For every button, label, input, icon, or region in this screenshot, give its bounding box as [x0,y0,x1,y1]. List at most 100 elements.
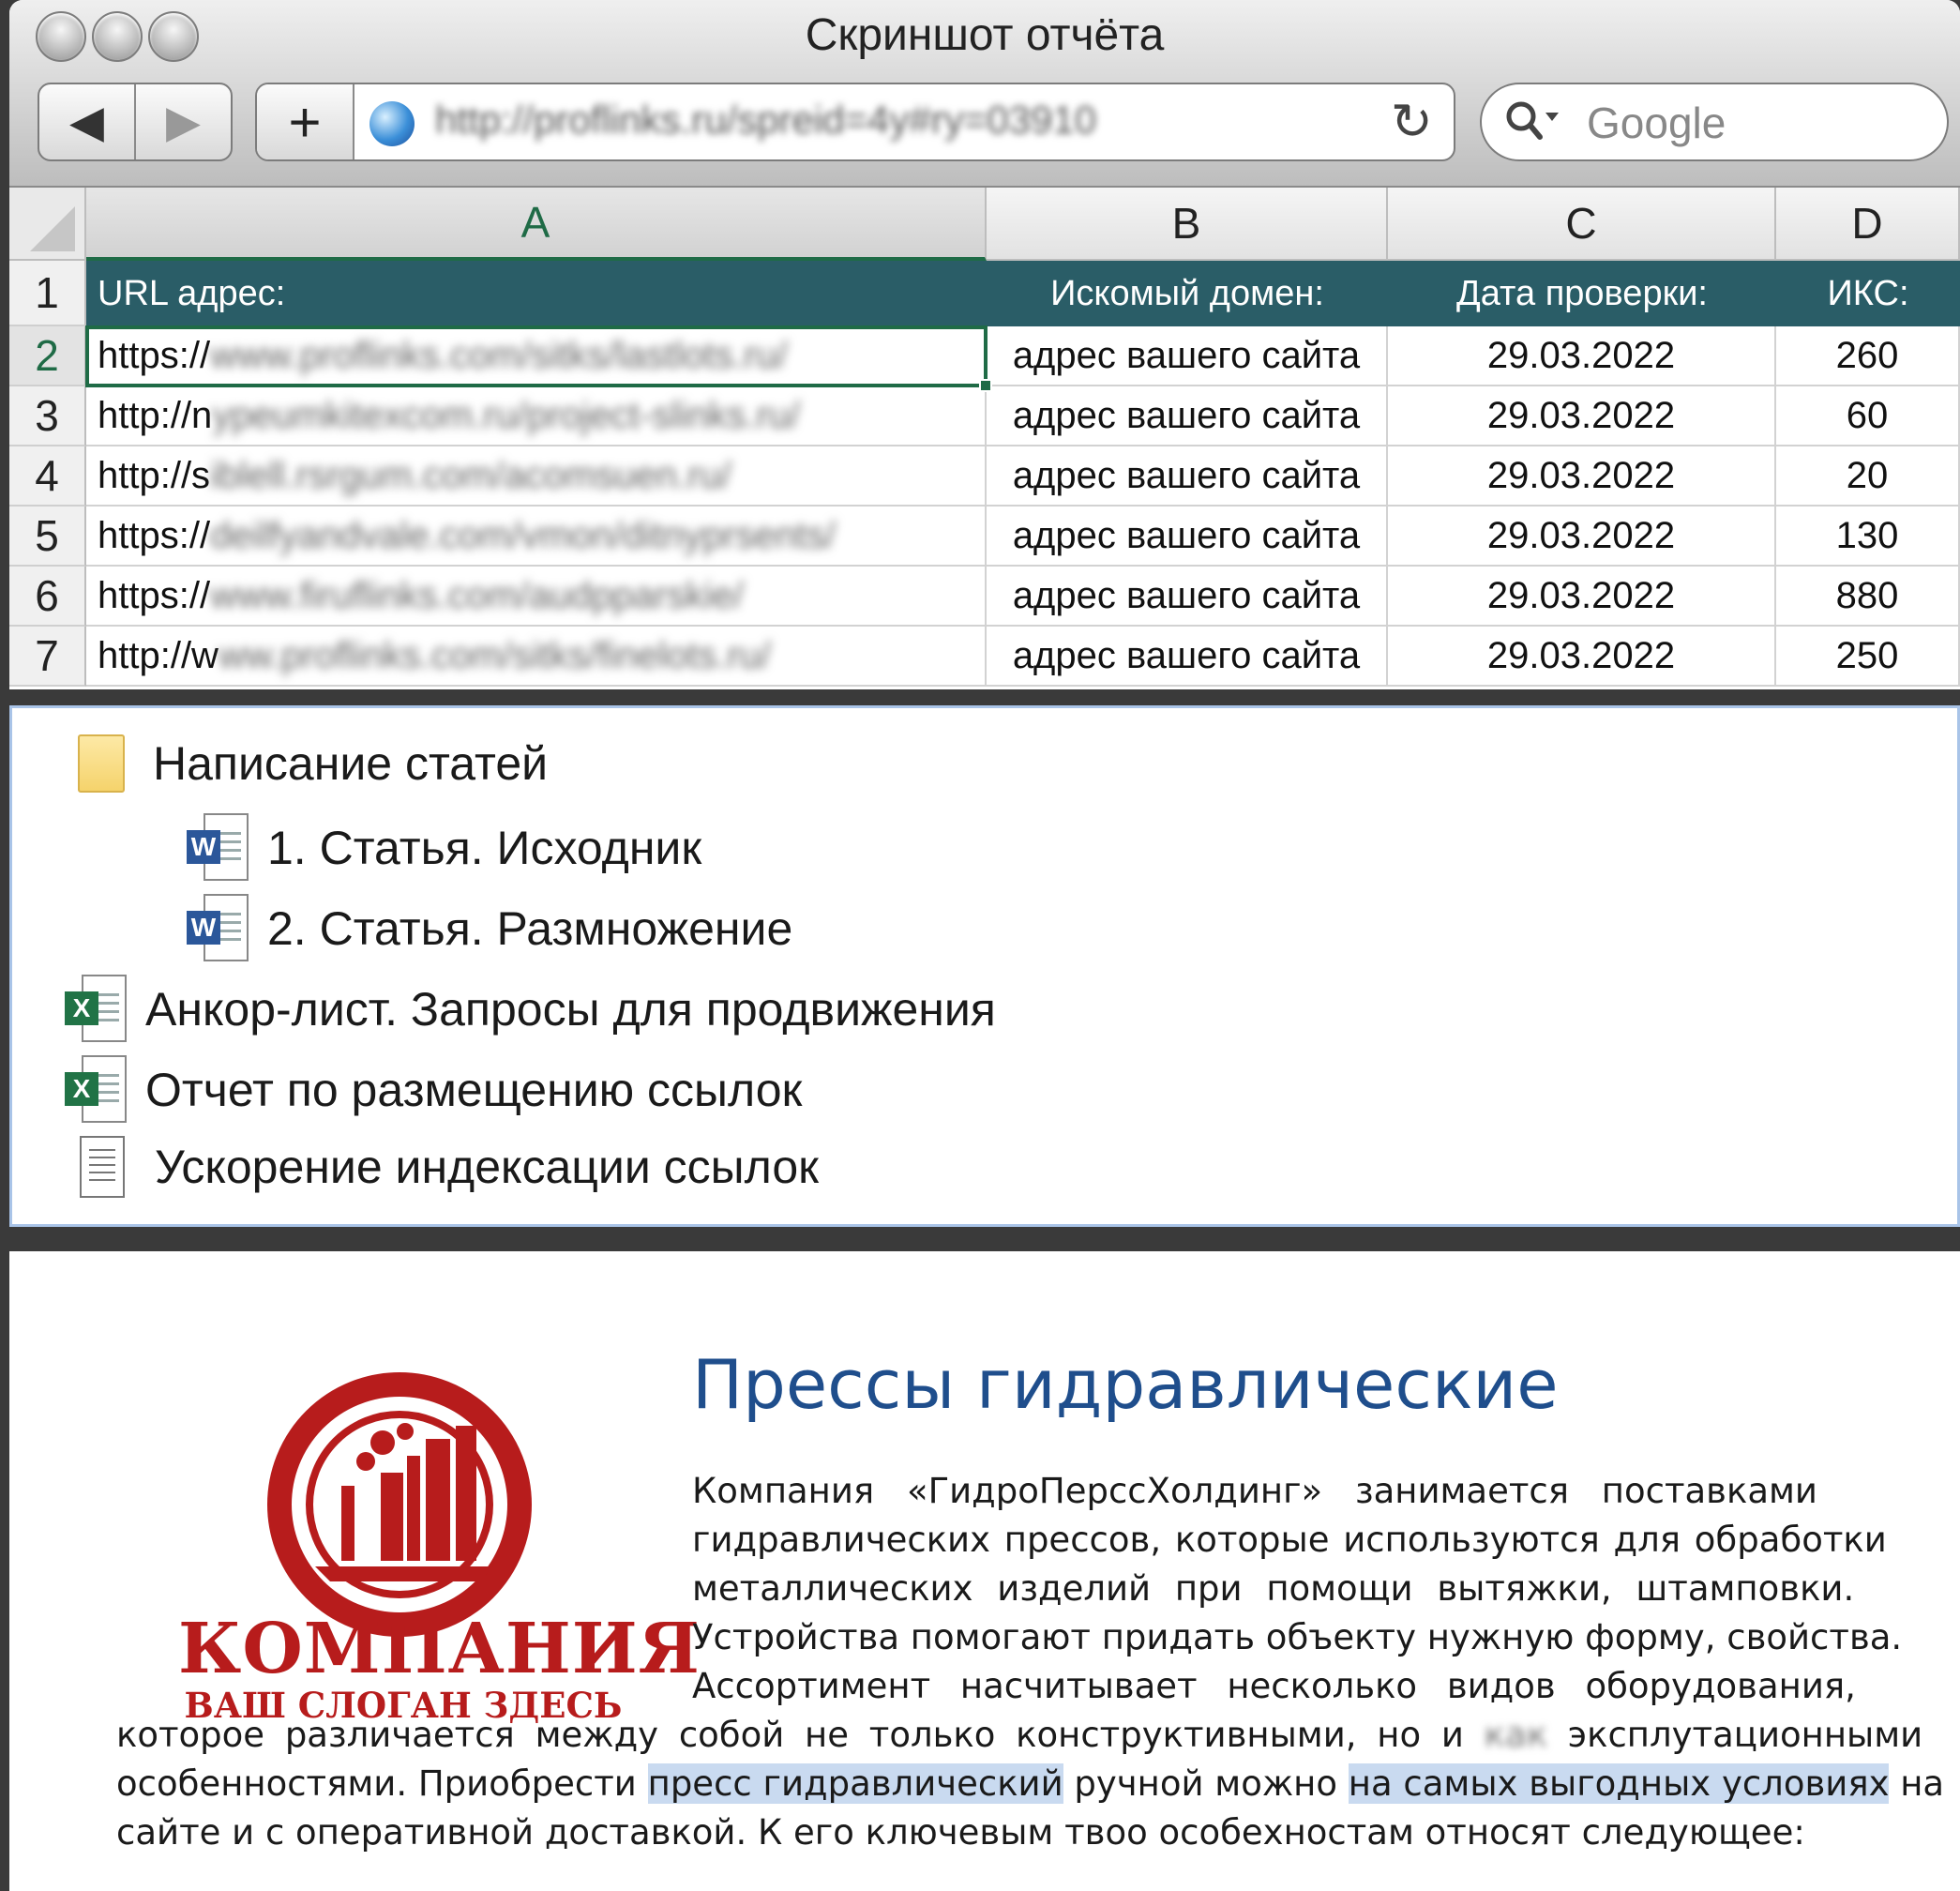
domain-cell[interactable]: адрес вашего сайта [987,326,1388,386]
file-item[interactable]: Ускорение индексации ссылок [72,1136,819,1198]
folder-icon [78,734,125,793]
url-prefix: https:// [98,334,211,376]
url-cell[interactable]: https://www.firuflinks.com/audpparskie/ [86,567,987,627]
back-button[interactable]: ◀ [39,84,134,159]
url-text[interactable]: http://proflinks.ru/spreid=4y#ry=03910 [435,98,1096,143]
iks-cell[interactable]: 250 [1776,627,1960,687]
url-hidden: www.proflinks.com/sitks/lastlots.ru/ [210,334,788,376]
row-number[interactable]: 7 [9,627,86,687]
anchor-link[interactable]: пресс гидравлический [647,1763,1063,1804]
anchor-link[interactable]: на самых выгодных условиях [1348,1763,1890,1804]
text-line: гидравлических прессов, которые использу… [692,1520,1887,1560]
date-cell[interactable]: 29.03.2022 [1388,446,1776,507]
domain-cell[interactable]: адрес вашего сайта [987,567,1388,627]
excel-document-icon: X [65,975,127,1044]
nav-buttons: ◀ ▶ [38,83,233,161]
iks-cell[interactable]: 130 [1776,507,1960,567]
logo-text: КОМПАНИЯ ВАШ СЛОГАН ЗДЕСЬ [178,1609,701,1724]
url-prefix: http://n [98,394,213,436]
iks-cell[interactable]: 260 [1776,326,1960,386]
domain-cell[interactable]: адрес вашего сайта [987,386,1388,446]
iks-cell[interactable]: 20 [1776,446,1960,507]
date-cell[interactable]: 29.03.2022 [1388,326,1776,386]
text-line: металлических изделий при помощи вытяжки… [692,1568,1855,1609]
file-label: 1. Статья. Исходник [267,822,702,874]
text-line: сайте и с оперативной доставкой. К его к… [116,1812,1805,1853]
text-document-icon [80,1136,125,1198]
header-cell-date[interactable]: Дата проверки: [1388,261,1776,326]
header-cell-domain[interactable]: Искомый домен: [987,261,1388,326]
text-line: Ассортимент насчитывает несколько видов … [692,1666,1856,1706]
excel-document-icon: X [65,1055,127,1125]
logo-main-text: КОМПАНИЯ [178,1609,701,1689]
spreadsheet: A B C D 1 2 3 4 5 6 7 URL адрес: Искомый… [9,188,1960,689]
column-header-b[interactable]: B [987,188,1388,261]
reload-icon[interactable]: ↻ [1391,92,1433,151]
url-cell[interactable]: http://n ypeumkitexcom.ru/project-slinks.… [86,386,987,446]
window-title: Скриншот отчёта [805,10,1165,60]
search-field[interactable]: Google [1480,83,1949,161]
plus-icon: + [288,90,322,154]
paragraph: Компания «ГидроПерссХолдинг» занимается … [692,1467,1903,1711]
file-label: Написание статей [153,737,549,790]
blurred-word: как [1484,1715,1548,1755]
date-cell[interactable]: 29.03.2022 [1388,567,1776,627]
column-header-a[interactable]: A [86,188,987,261]
row-number[interactable]: 6 [9,567,86,627]
forward-button[interactable]: ▶ [134,84,231,159]
date-cell[interactable]: 29.03.2022 [1388,386,1776,446]
file-label: Анкор-лист. Запросы для продвижения [145,983,996,1036]
url-cell[interactable]: http://w ww.proflinks.com/sitks/finelots.… [86,627,987,687]
date-cell[interactable]: 29.03.2022 [1388,627,1776,687]
word-document-icon: W [187,894,249,963]
file-label: 2. Статья. Размножение [267,902,793,955]
url-cell[interactable]: http://s iblell.rsrgum.com/acomsuen.ru/ [86,446,987,507]
file-item[interactable]: X Отчет по размещению ссылок [65,1055,802,1125]
header-cell-iks[interactable]: ИКС: [1776,261,1960,326]
url-cell[interactable]: https://www.proflinks.com/sitks/lastlots… [85,325,988,387]
header-cell-url[interactable]: URL адрес: [86,261,987,326]
file-item[interactable]: X Анкор-лист. Запросы для продвижения [65,975,996,1044]
title-bar: Скриншот отчёта ◀ ▶ + http://proflinks.r… [9,0,1960,188]
text-line: Устройства помогают придать объекту нужн… [692,1617,1903,1657]
add-bookmark-button[interactable]: + [257,84,354,159]
domain-cell[interactable]: адрес вашего сайта [987,446,1388,507]
search-placeholder: Google [1587,98,1726,147]
back-arrow-icon: ◀ [69,98,104,147]
row-number[interactable]: 2 [9,326,86,386]
fill-handle[interactable] [979,379,992,392]
document-panel: КОМПАНИЯ ВАШ СЛОГАН ЗДЕСЬ Прессы гидравл… [9,1251,1960,1891]
iks-cell[interactable]: 880 [1776,567,1960,627]
file-label: Ускорение индексации ссылок [155,1141,820,1193]
address-bar[interactable]: + http://proflinks.ru/spreid=4y#ry=03910… [255,83,1455,161]
url-cell[interactable]: https://deilfyandvale.com/vmon/ditnyprse… [86,507,987,567]
row-number[interactable]: 5 [9,507,86,567]
row-number[interactable]: 4 [9,446,86,507]
domain-cell[interactable]: адрес вашего сайта [987,627,1388,687]
column-header-d[interactable]: D [1776,188,1960,261]
iks-cell[interactable]: 60 [1776,386,1960,446]
forward-arrow-icon: ▶ [166,98,201,147]
column-header-c[interactable]: C [1388,188,1776,261]
url-hidden: ypeumkitexcom.ru/project-slinks.ru/ [212,394,801,436]
globe-icon [369,101,415,146]
select-all-corner[interactable] [9,188,86,261]
row-number[interactable]: 1 [9,261,86,326]
domain-cell[interactable]: адрес вашего сайта [987,507,1388,567]
folder-item[interactable]: Написание статей [72,734,548,793]
file-item[interactable]: W 1. Статья. Исходник [187,813,701,883]
text-line: которое различается между собой не тольк… [116,1715,1923,1755]
file-list-panel: Написание статей W 1. Статья. Исходник W… [9,705,1960,1227]
text-line: особенностями. Приобрести пресс гидравли… [116,1763,1945,1804]
url-prefix: http://s [98,454,211,496]
file-label: Отчет по размещению ссылок [145,1064,803,1116]
url-hidden: ww.proflinks.com/sitks/finelots.ru/ [218,634,772,676]
date-cell[interactable]: 29.03.2022 [1388,507,1776,567]
row-number[interactable]: 3 [9,386,86,446]
search-icon[interactable] [1502,96,1562,159]
file-item[interactable]: W 2. Статья. Размножение [187,894,792,963]
document-title: Прессы гидравлические [692,1345,1559,1424]
url-hidden: www.firuflinks.com/audpparskie/ [210,574,745,616]
text-line: Компания «ГидроПерссХолдинг» занимается … [692,1471,1817,1511]
url-hidden: iblell.rsrgum.com/acomsuen.ru/ [210,454,731,496]
